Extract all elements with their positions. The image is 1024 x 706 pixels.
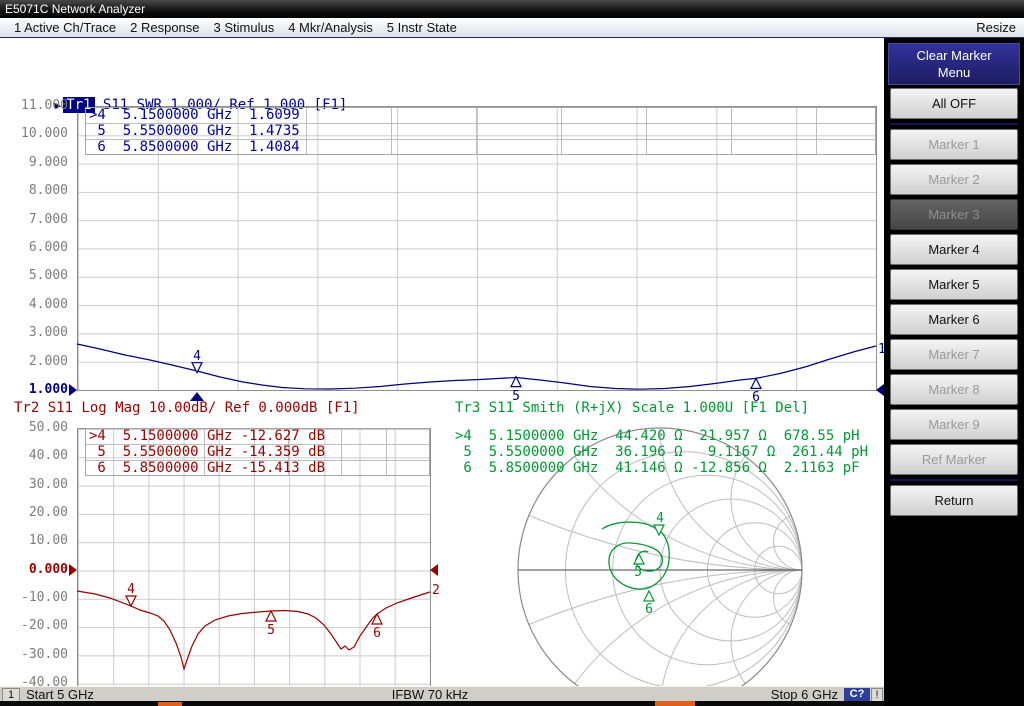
tr3-marker4-number: 4 <box>656 511 664 526</box>
tr1-ref-arrow-left-icon <box>69 384 77 396</box>
tr1-marker-row: 5 5.5500000 GHz 1.4735 <box>89 123 300 139</box>
graph-area: ▶Tr1 S11 SWR 1.000/ Ref 1.000 [F1] Tr2 S… <box>0 38 884 686</box>
button-marker-6[interactable]: Marker 6 <box>890 304 1018 335</box>
tr2-ref-level-label: 0.000 <box>6 563 68 577</box>
window-bottom-edge <box>0 701 884 706</box>
tr2-y-label: 10.00 <box>6 534 68 548</box>
taskbar-peek-artifact <box>158 702 182 706</box>
tr2-y-label: 50.00 <box>6 421 68 435</box>
tr1-marker-row: 6 5.8500000 GHz 1.4084 <box>89 139 300 155</box>
ifbw-label: IFBW 70 kHz <box>360 687 500 702</box>
taskbar-peek-artifact <box>655 701 695 706</box>
softkey-menu-title: Clear Marker Menu <box>888 43 1020 85</box>
tr3-marker-row: 6 5.8500000 GHz 41.146 Ω -12.856 Ω 2.116… <box>455 460 860 476</box>
tr1-y-label: 11.000 <box>6 99 68 113</box>
tr2-ref-arrow-left-icon <box>69 564 77 576</box>
button-marker-5[interactable]: Marker 5 <box>890 269 1018 300</box>
tr1-y-label: 8.000 <box>6 184 68 198</box>
tr1-y-label: 7.000 <box>6 213 68 227</box>
menu-item-response[interactable]: 2 Response <box>130 20 199 35</box>
tr3-marker-row: 5 5.5500000 GHz 36.196 Ω 9.1167 Ω 261.44… <box>455 444 868 460</box>
tr1-ref-arrow-right-icon <box>876 384 884 396</box>
tr3-marker5-icon[interactable] <box>634 554 644 564</box>
tr1-y-label: 9.000 <box>6 156 68 170</box>
tr1-ref-level-label: 1.000 <box>6 383 68 397</box>
tr2-marker-row: 6 5.8500000 GHz -15.413 dB <box>89 460 325 476</box>
tr2-y-label: -20.00 <box>6 619 68 633</box>
menu-item-stimulus[interactable]: 3 Stimulus <box>214 20 275 35</box>
button-marker-9[interactable]: Marker 9 <box>890 409 1018 440</box>
instrument-screen: E5071C Network Analyzer 1 Active Ch/Trac… <box>0 0 1024 706</box>
button-marker-1[interactable]: Marker 1 <box>890 129 1018 160</box>
tr3-marker5-number: 5 <box>634 565 642 580</box>
menu-item-active-ch-trace[interactable]: 1 Active Ch/Trace <box>14 20 116 35</box>
tr3-trace-path <box>602 522 669 589</box>
status-bar: 1 Start 5 GHz IFBW 70 kHz Stop 6 GHz C? … <box>0 686 884 702</box>
tr2-y-label: -30.00 <box>6 648 68 662</box>
tr2-header[interactable]: Tr2 S11 Log Mag 10.00dB/ Ref 0.000dB [F1… <box>14 399 360 417</box>
menu-item-instr-state[interactable]: 5 Instr State <box>387 20 457 35</box>
tr1-y-label: 3.000 <box>6 326 68 340</box>
softkey-separator <box>890 479 1018 481</box>
stop-frequency-label: Stop 6 GHz <box>771 687 838 702</box>
menu-item-mkr-analysis[interactable]: 4 Mkr/Analysis <box>288 20 373 35</box>
tr1-marker-row: >4 5.1500000 GHz 1.6099 <box>89 107 300 123</box>
softkey-separator <box>890 123 1018 125</box>
menu-bar: 1 Active Ch/Trace 2 Response 3 Stimulus … <box>0 18 1024 38</box>
button-marker-4[interactable]: Marker 4 <box>890 234 1018 265</box>
tr3-marker6-number: 6 <box>645 602 653 617</box>
tr2-y-label: 30.00 <box>6 478 68 492</box>
tr1-y-label: 6.000 <box>6 241 68 255</box>
tr2-end-label: 2 <box>432 583 440 598</box>
start-frequency-label: Start 5 GHz <box>26 687 94 702</box>
menu-item-resize[interactable]: Resize <box>976 18 1016 37</box>
tr1-y-label: 4.000 <box>6 298 68 312</box>
correction-status-badge: C? <box>844 688 870 701</box>
button-marker-3[interactable]: Marker 3 <box>890 199 1018 230</box>
tr3-marker4-icon[interactable] <box>654 525 664 535</box>
channel-number-box: 1 <box>2 688 20 702</box>
button-marker-8[interactable]: Marker 8 <box>890 374 1018 405</box>
tr3-marker6-icon[interactable] <box>644 591 654 601</box>
tr2-y-label: -10.00 <box>6 591 68 605</box>
button-all-off[interactable]: All OFF <box>890 88 1018 119</box>
tr1-y-label: 10.000 <box>6 127 68 141</box>
button-marker-2[interactable]: Marker 2 <box>890 164 1018 195</box>
button-marker-7[interactable]: Marker 7 <box>890 339 1018 370</box>
tr1-y-label: 5.000 <box>6 269 68 283</box>
tr2-marker-row: >4 5.1500000 GHz -12.627 dB <box>89 428 325 444</box>
window-title: E5071C Network Analyzer <box>5 2 145 16</box>
tr2-y-label: 40.00 <box>6 449 68 463</box>
tr2-y-label: 20.00 <box>6 506 68 520</box>
button-return[interactable]: Return <box>890 485 1018 516</box>
tr3-marker-row: >4 5.1500000 GHz 44.420 Ω 21.957 Ω 678.5… <box>455 428 860 444</box>
tr1-y-label: 2.000 <box>6 355 68 369</box>
tr2-marker-row: 5 5.5500000 GHz -14.359 dB <box>89 444 325 460</box>
button-ref-marker[interactable]: Ref Marker <box>890 444 1018 475</box>
softkey-sidebar: Clear Marker Menu All OFF Marker 1 Marke… <box>884 38 1024 706</box>
window-title-bar: E5071C Network Analyzer <box>0 0 1024 18</box>
tr2-ref-arrow-right-icon <box>430 564 438 576</box>
tr3-header[interactable]: Tr3 S11 Smith (R+jX) Scale 1.000U [F1 De… <box>455 399 809 417</box>
